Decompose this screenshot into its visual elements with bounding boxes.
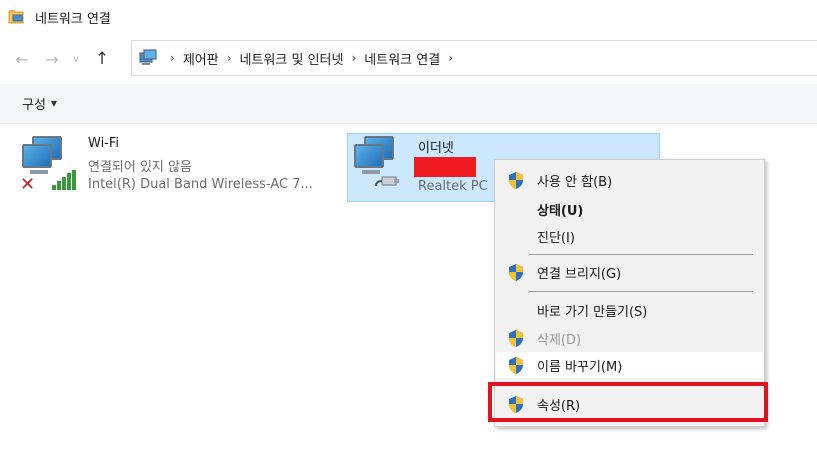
menu-item-label: 진단(I) <box>537 230 575 246</box>
connection-status: 연결되어 있지 않음 <box>88 160 192 175</box>
connection-device: Realtek PC <box>418 179 488 194</box>
breadcrumb-network-internet[interactable]: 네트워크 및 인터넷 <box>240 49 344 68</box>
address-bar[interactable]: › 제어판 › 네트워크 및 인터넷 › 네트워크 연결 › <box>131 40 817 76</box>
chevron-down-icon: ▼ <box>50 99 58 108</box>
navigation-bar: ← → ∨ ↑ › 제어판 › 네트워크 및 인터넷 › 네트워크 연결 › <box>0 38 817 80</box>
breadcrumb-separator[interactable]: › <box>227 51 232 65</box>
menu-item-bridge-connections[interactable]: 연결 브리지(G) <box>496 259 763 285</box>
menu-item-diagnose[interactable]: 진단(I) <box>496 223 763 249</box>
uac-shield-icon <box>509 264 523 281</box>
breadcrumb-control-panel[interactable]: 제어판 <box>183 49 219 68</box>
connection-item-wifi[interactable]: ✕ Wi-Fi 연결되어 있지 않음 Intel(R) Dual Band Wi… <box>18 134 338 202</box>
connection-name: Wi-Fi <box>88 136 120 151</box>
breadcrumb-separator: › <box>170 51 175 65</box>
menu-item-status[interactable]: 상태(U) <box>496 196 763 222</box>
menu-item-label: 상태(U) <box>537 203 584 219</box>
command-bar: 구성 ▼ <box>0 84 817 124</box>
menu-item-rename[interactable]: 이름 바꾸기(M) <box>496 352 763 378</box>
organize-label: 구성 <box>22 98 46 113</box>
menu-item-create-shortcut[interactable]: 바로 가기 만들기(S) <box>496 297 763 323</box>
annotation-highlight-box <box>488 382 768 422</box>
breadcrumb-network-connections[interactable]: 네트워크 연결 <box>364 49 440 68</box>
menu-item-disable[interactable]: 사용 안 함(B) <box>496 167 763 193</box>
breadcrumb-separator[interactable]: › <box>351 51 356 65</box>
back-button[interactable]: ← <box>7 44 37 74</box>
organize-menu-button[interactable]: 구성 ▼ <box>22 94 57 113</box>
network-folder-icon <box>8 9 26 25</box>
connection-name: 이더넷 <box>418 141 454 156</box>
menu-item-label: 삭제(D) <box>537 332 582 348</box>
redacted-network-name <box>414 157 476 177</box>
connection-device: Intel(R) Dual Band Wireless-AC 7... <box>88 177 313 192</box>
menu-item-label: 사용 안 함(B) <box>537 174 613 190</box>
menu-item-delete[interactable]: 삭제(D) <box>496 325 763 351</box>
menu-item-label: 바로 가기 만들기(S) <box>537 304 648 320</box>
breadcrumb-separator[interactable]: › <box>448 51 453 65</box>
uac-shield-icon <box>509 172 523 189</box>
ethernet-cable-icon <box>375 176 399 187</box>
control-panel-network-icon <box>138 49 158 67</box>
menu-separator <box>529 254 753 255</box>
uac-shield-icon <box>509 357 523 374</box>
recent-locations-button[interactable]: ∨ <box>67 44 85 74</box>
signal-strength-icon <box>52 170 78 190</box>
title-bar: 네트워크 연결 <box>0 0 817 34</box>
disconnected-x-icon: ✕ <box>20 174 36 195</box>
forward-button[interactable]: → <box>37 44 67 74</box>
menu-item-label: 이름 바꾸기(M) <box>537 359 623 375</box>
menu-item-label: 연결 브리지(G) <box>537 266 622 282</box>
up-button[interactable]: ↑ <box>87 44 117 74</box>
ethernet-adapter-icon <box>350 134 406 190</box>
menu-separator <box>529 291 753 292</box>
window-title: 네트워크 연결 <box>35 11 111 27</box>
uac-shield-icon <box>509 330 523 347</box>
